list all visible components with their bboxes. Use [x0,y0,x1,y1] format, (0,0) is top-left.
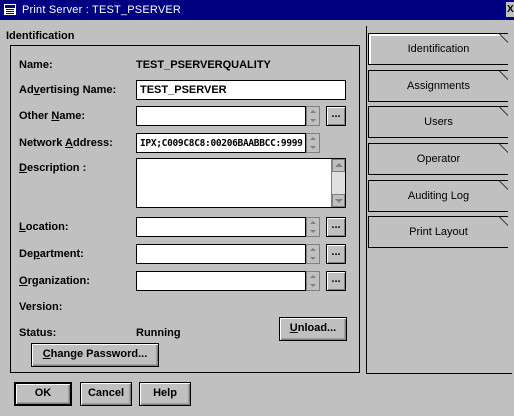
scroll-down-icon[interactable] [332,194,345,207]
organization-label: Organization: [19,275,90,287]
cancel-button[interactable]: Cancel [80,382,132,406]
department-label: Department: [19,248,84,260]
name-label: Name: [19,59,53,71]
advertising-name-input[interactable]: TEST_PSERVER [136,80,346,100]
other-name-input[interactable] [136,106,306,126]
other-name-spin-control[interactable] [306,106,320,126]
identification-panel: Identification Name: TEST_PSERVERQUALITY… [6,26,360,373]
description-label: Description : [19,162,87,174]
other-name-label: Other Name: [19,110,86,122]
ok-button[interactable]: OK [14,382,72,406]
close-button[interactable]: X [506,2,514,17]
title-bar: Print Server : TEST_PSERVER X [0,0,514,20]
advertising-name-label: Advertising Name: [19,84,117,96]
tab-auditing-log[interactable]: Auditing Log [368,180,508,212]
other-name-browse-button[interactable]: ... [326,106,346,126]
network-address-label: Network Address: [19,137,113,149]
organization-spin-control[interactable] [306,271,320,291]
version-label: Version: [19,301,63,313]
window-title: Print Server : TEST_PSERVER [22,4,182,16]
scroll-up-icon[interactable] [332,159,345,172]
network-address-input[interactable]: IPX;C009C8C8:00206BAABBCC:9999 [136,133,306,153]
help-button[interactable]: Help [139,382,191,406]
unload-button[interactable]: Unload... [279,317,347,341]
tab-users[interactable]: Users [368,106,508,138]
tab-identification[interactable]: Identification [368,33,508,65]
change-password-button[interactable]: Change Password... [31,343,159,367]
status-label: Status: [19,327,57,339]
organization-input[interactable] [136,271,306,291]
status-value: Running [136,327,181,339]
tab-assignments[interactable]: Assignments [368,70,508,102]
location-input[interactable] [136,217,306,237]
name-value: TEST_PSERVERQUALITY [136,59,271,71]
department-spin-control[interactable] [306,244,320,264]
section-title: Identification [6,30,75,42]
identification-groupbox: Name: TEST_PSERVERQUALITY Advertising Na… [10,45,360,373]
description-scrollbar[interactable] [331,159,345,207]
organization-browse-button[interactable]: ... [326,271,346,291]
department-browse-button[interactable]: ... [326,244,346,264]
location-spin-control[interactable] [306,217,320,237]
location-browse-button[interactable]: ... [326,217,346,237]
description-textarea[interactable] [136,158,346,208]
department-input[interactable] [136,244,306,264]
tab-operator[interactable]: Operator [368,143,508,175]
network-address-spin-control[interactable] [306,133,320,153]
location-label: Location: [19,221,69,233]
tab-print-layout[interactable]: Print Layout [368,216,508,248]
system-menu-icon[interactable] [4,4,16,15]
